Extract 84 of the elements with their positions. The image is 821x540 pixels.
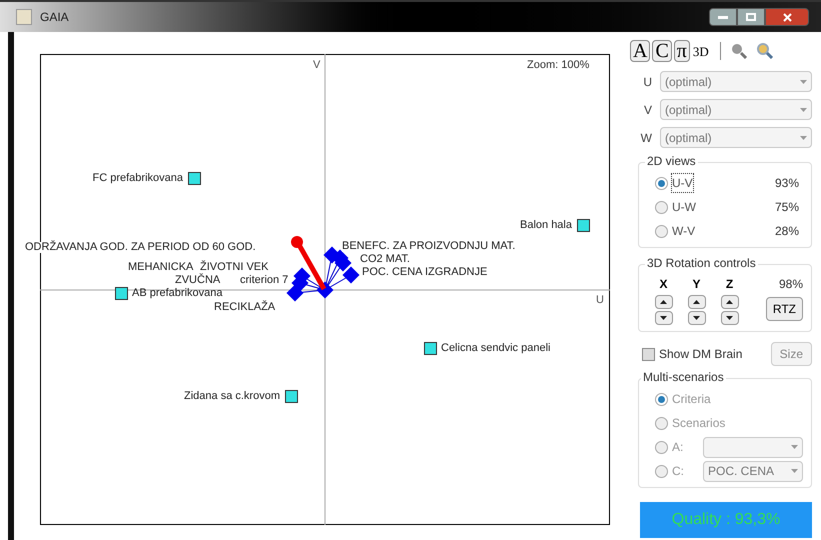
view-option: W-V <box>672 222 696 240</box>
rotate-up-button[interactable] <box>688 295 706 309</box>
close-button[interactable] <box>765 8 809 26</box>
panel-title: Multi-scenarios <box>641 371 726 383</box>
view-option: U-W <box>672 198 696 216</box>
down-arrow-icon <box>660 316 667 320</box>
criterion-label: ODRŽAVANJA GOD. ZA PERIOD OD 60 GOD. <box>25 242 256 253</box>
dropdown[interactable]: (optimal) <box>660 127 812 148</box>
alternative-label: Balon hala <box>520 220 572 231</box>
decision-axis-arrow <box>291 236 326 290</box>
axis-label: Y <box>692 276 700 293</box>
alternative-label: AB prefabrikovana <box>132 288 222 299</box>
view-quality: 75% <box>774 199 799 216</box>
scenario-option: Scenarios <box>672 414 726 432</box>
up-arrow-icon <box>726 300 733 304</box>
minimize-icon <box>718 16 728 18</box>
alternative-label: Celicna sendvic paneli <box>441 343 550 354</box>
rotate-up-button[interactable] <box>654 295 672 309</box>
caret-icon <box>791 469 798 473</box>
caret-icon <box>791 445 798 449</box>
checkbox[interactable] <box>642 348 655 360</box>
radio-button[interactable] <box>655 440 668 454</box>
toolbar-button[interactable]: C <box>652 40 672 62</box>
rotate-down-button[interactable] <box>654 311 672 325</box>
view-quality: 28% <box>774 223 799 240</box>
dropdown[interactable]: POC. CENA <box>703 460 803 482</box>
app-icon <box>16 9 32 25</box>
axis-label: Z <box>726 276 734 293</box>
criterion-label: ŽIVOTNI VEK <box>200 262 268 273</box>
alternative-label: FC prefabrikovana <box>92 173 183 184</box>
rotate-down-button[interactable] <box>720 311 738 325</box>
criterion-label: ZVUČNA <box>175 275 220 286</box>
caret-icon <box>800 80 807 84</box>
toolbar-button[interactable]: 3D <box>692 44 710 58</box>
axis-selector-label: V <box>642 102 653 118</box>
radio-button[interactable] <box>655 392 668 406</box>
rotate-down-button[interactable] <box>688 311 706 325</box>
toolbar-button[interactable]: π <box>674 40 690 62</box>
down-arrow-icon <box>693 316 700 320</box>
rtz-button[interactable]: RTZ <box>766 297 803 321</box>
up-arrow-icon <box>660 300 667 304</box>
criterion-label: criterion 7 <box>240 275 288 286</box>
radio-button[interactable] <box>655 464 668 478</box>
criterion-label: BENEFC. ZA PROIZVODNJU MAT. <box>342 241 516 252</box>
scenario-option: C: <box>672 462 684 480</box>
criterion-label: MEHANICKA <box>128 262 194 273</box>
toolbar-button[interactable]: A <box>630 40 650 62</box>
panel-title: 3D Rotation controls <box>645 257 758 269</box>
radio-button[interactable] <box>655 176 668 190</box>
close-icon <box>782 12 792 22</box>
axis-label: V <box>313 58 320 73</box>
scenario-option: Criteria <box>672 390 711 408</box>
alternative-label: Zidana sa c.krovom <box>184 391 280 402</box>
zoom-in-icon[interactable] <box>756 43 773 59</box>
radio-button[interactable] <box>655 200 668 214</box>
checkbox-label: Show DM Brain <box>659 346 742 363</box>
caret-icon <box>800 108 807 112</box>
axis-selector-label: W <box>640 130 653 146</box>
maximize-icon <box>746 13 756 21</box>
criterion-label: POC. CENA IZGRADNJE <box>362 267 488 278</box>
panel-title: 2D views <box>645 155 698 167</box>
axis-selector-label: U <box>642 74 653 90</box>
zoom-out-icon[interactable] <box>730 43 747 59</box>
criterion-label: RECIKLAŽA <box>214 302 276 313</box>
dropdown[interactable]: (optimal) <box>660 99 812 120</box>
up-arrow-icon <box>693 300 700 304</box>
axis-label: U <box>596 293 604 308</box>
zoom-label: Zoom: 100% <box>527 58 590 73</box>
radio-button[interactable] <box>655 224 668 238</box>
axis-label: X <box>659 276 668 293</box>
window-title: GAIA <box>40 9 69 26</box>
view-quality: 93% <box>774 175 799 192</box>
scenario-option: A: <box>672 438 684 456</box>
quality-banner: Quality : 93,3% <box>640 502 812 538</box>
criterion-label: CO2 MAT. <box>360 254 410 265</box>
rotation-quality: 98% <box>778 276 803 293</box>
down-arrow-icon <box>726 316 733 320</box>
view-option: U-V <box>672 174 693 192</box>
rotate-up-button[interactable] <box>720 295 738 309</box>
maximize-button[interactable] <box>737 8 765 26</box>
dropdown[interactable]: (optimal) <box>660 71 812 92</box>
radio-button[interactable] <box>655 416 668 430</box>
minimize-button[interactable] <box>709 8 737 26</box>
caret-icon <box>800 136 807 140</box>
